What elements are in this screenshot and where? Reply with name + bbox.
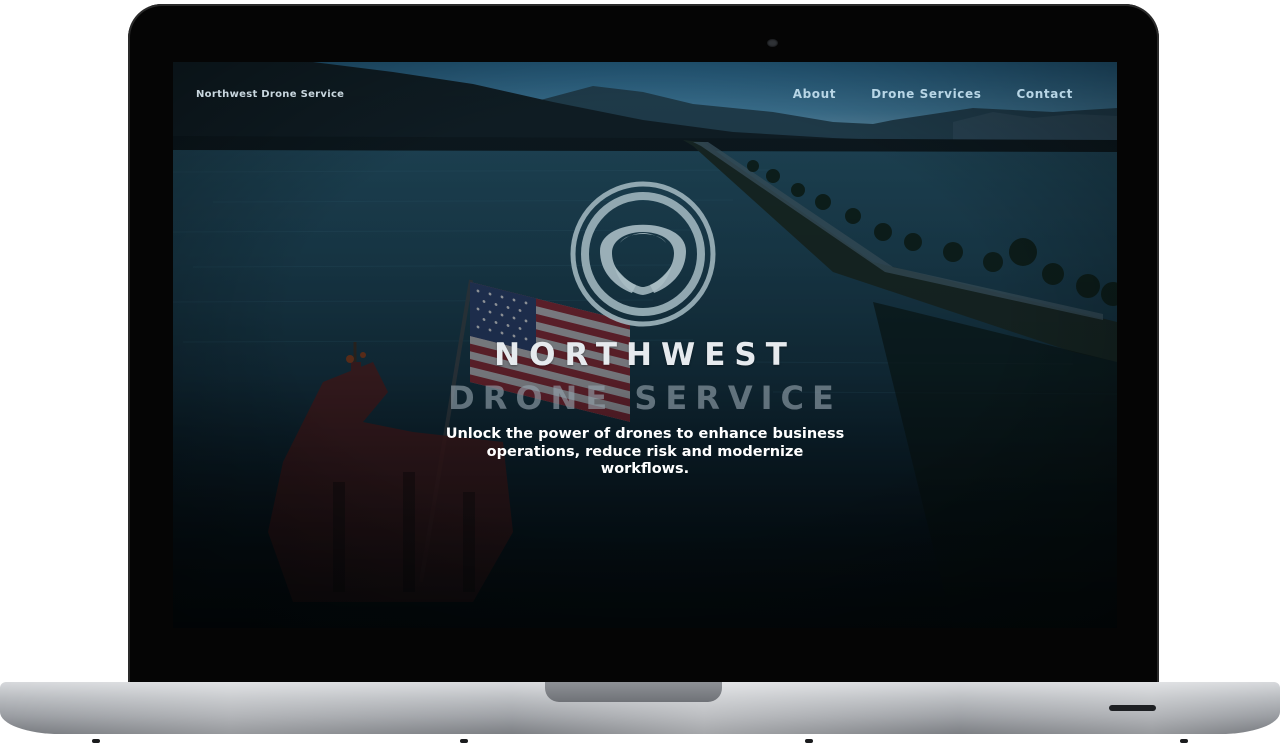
laptop-foot xyxy=(92,739,100,743)
nav-link-contact[interactable]: Contact xyxy=(1017,87,1073,101)
brand-link[interactable]: Northwest Drone Service xyxy=(196,89,344,100)
primary-nav: About Drone Services Contact xyxy=(793,87,1073,101)
laptop-foot xyxy=(1180,739,1188,743)
nav-link-drone-services[interactable]: Drone Services xyxy=(871,87,981,101)
laptop-notch xyxy=(545,682,722,702)
nav-link-about[interactable]: About xyxy=(793,87,836,101)
site-header: Northwest Drone Service About Drone Serv… xyxy=(173,62,1117,132)
circular-wings-emblem-icon xyxy=(570,181,716,327)
laptop-foot xyxy=(805,739,813,743)
browser-screen: Northwest Drone Service About Drone Serv… xyxy=(173,62,1117,628)
laptop-foot xyxy=(460,739,468,743)
speaker-slot-icon xyxy=(1109,705,1156,711)
hero-title-northwest: NORTHWEST xyxy=(494,337,796,373)
hero-title-drone-service: DRONE SERVICE xyxy=(448,379,842,417)
webcam-icon xyxy=(767,39,778,47)
hero-tagline: Unlock the power of drones to enhance bu… xyxy=(445,426,845,477)
